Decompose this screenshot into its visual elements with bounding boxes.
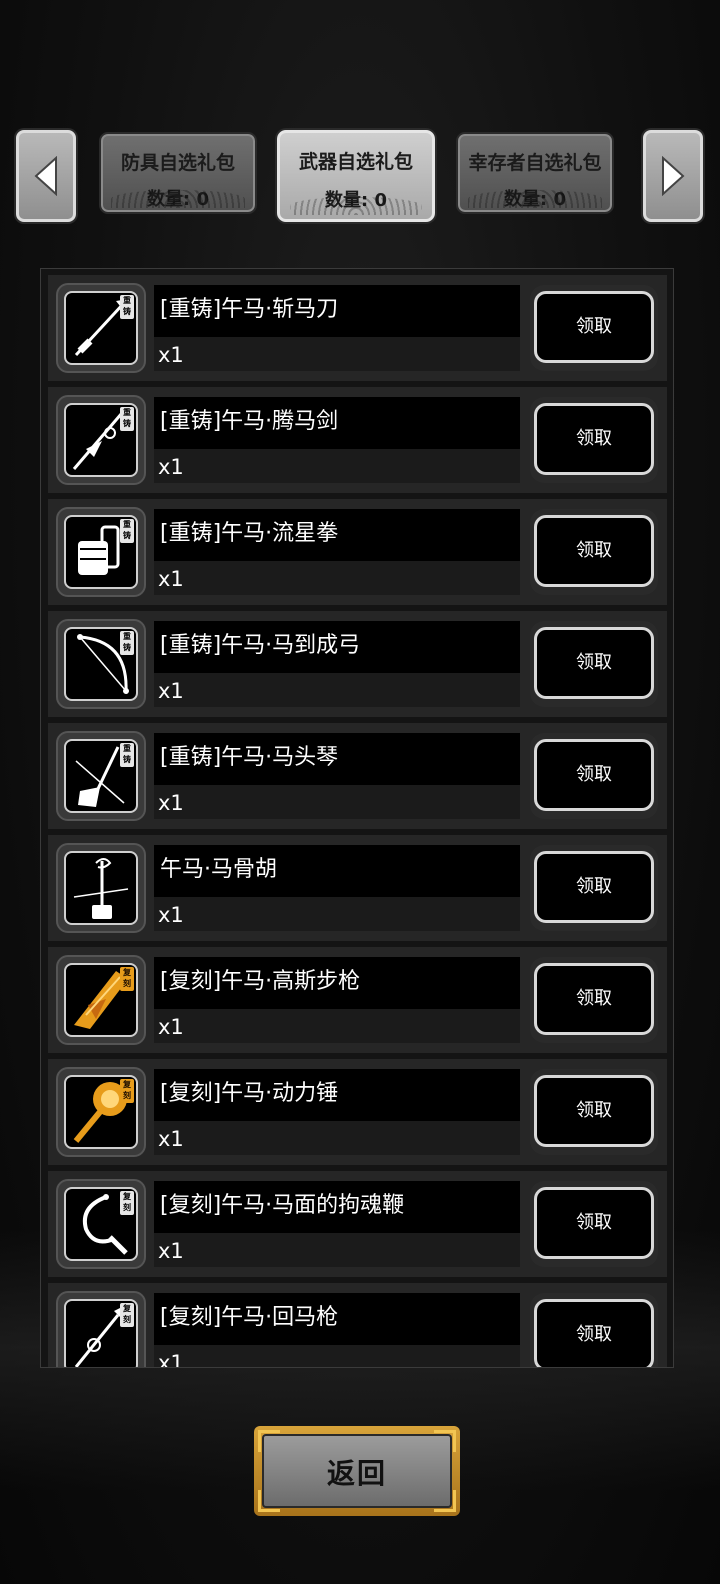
list-item: 午马·马骨胡 x1 领取 — [48, 835, 667, 941]
claim-button[interactable]: 领取 — [534, 963, 654, 1035]
list-item: 重铸 [重铸]午马·马到成弓 x1 领取 — [48, 611, 667, 717]
claim-button[interactable]: 领取 — [534, 1075, 654, 1147]
claim-button[interactable]: 领取 — [534, 739, 654, 811]
item-icon-frame: 复刻 — [56, 955, 146, 1045]
item-icon-frame: 复刻 — [56, 1179, 146, 1269]
corner-ornament — [434, 1430, 456, 1452]
list-item: 复刻 [复刻]午马·动力锤 x1 领取 — [48, 1059, 667, 1165]
list-item: 复刻 [复刻]午马·高斯步枪 x1 领取 — [48, 947, 667, 1053]
item-name: [重铸]午马·马头琴 — [154, 733, 520, 785]
wave-pattern — [111, 190, 245, 208]
list-item: 重铸 [重铸]午马·斩马刀 x1 领取 — [48, 275, 667, 381]
item-icon-frame: 复刻 — [56, 1291, 146, 1367]
claim-button[interactable]: 领取 — [534, 515, 654, 587]
tab-survivor-pack[interactable]: 幸存者自选礼包 数量: 0 — [456, 132, 614, 214]
claim-button[interactable]: 领取 — [534, 1187, 654, 1259]
item-badge: 重铸 — [120, 631, 134, 655]
item-name: [复刻]午马·马面的拘魂鞭 — [154, 1181, 520, 1233]
item-name: [重铸]午马·斩马刀 — [154, 285, 520, 337]
item-badge: 复刻 — [120, 967, 134, 991]
item-icon-frame: 重铸 — [56, 731, 146, 821]
arrow-left-icon — [34, 156, 57, 196]
item-icon-frame — [56, 843, 146, 933]
item-icon-frame: 重铸 — [56, 507, 146, 597]
item-badge: 重铸 — [120, 519, 134, 543]
tab-armor-pack[interactable]: 防具自选礼包 数量: 0 — [99, 132, 257, 214]
item-quantity: x1 — [154, 449, 520, 483]
item-badge: 复刻 — [120, 1303, 134, 1327]
item-name: [复刻]午马·高斯步枪 — [154, 957, 520, 1009]
item-quantity: x1 — [154, 673, 520, 707]
item-quantity: x1 — [154, 1009, 520, 1043]
list-item: 复刻 [复刻]午马·马面的拘魂鞭 x1 领取 — [48, 1171, 667, 1277]
wave-pattern — [468, 190, 602, 208]
tab-label: 武器自选礼包 — [298, 151, 413, 173]
item-icon-frame: 重铸 — [56, 283, 146, 373]
next-category-button[interactable] — [643, 130, 703, 222]
claim-button[interactable]: 领取 — [534, 403, 654, 475]
previous-category-button[interactable] — [16, 130, 76, 222]
item-name: [复刻]午马·动力锤 — [154, 1069, 520, 1121]
claim-button[interactable]: 领取 — [534, 627, 654, 699]
claim-button[interactable]: 领取 — [534, 1299, 654, 1367]
item-name: 午马·马骨胡 — [154, 845, 520, 897]
item-icon-frame: 重铸 — [56, 619, 146, 709]
list-item: 重铸 [重铸]午马·腾马剑 x1 领取 — [48, 387, 667, 493]
item-quantity: x1 — [154, 1121, 520, 1155]
corner-ornament — [258, 1490, 280, 1512]
item-quantity: x1 — [154, 785, 520, 819]
item-name: [复刻]午马·回马枪 — [154, 1293, 520, 1345]
item-quantity: x1 — [154, 1345, 520, 1367]
item-name: [重铸]午马·腾马剑 — [154, 397, 520, 449]
item-badge: 复刻 — [120, 1191, 134, 1215]
item-icon-frame: 复刻 — [56, 1067, 146, 1157]
list-item: 重铸 [重铸]午马·马头琴 x1 领取 — [48, 723, 667, 829]
corner-ornament — [258, 1430, 280, 1452]
item-name: [重铸]午马·流星拳 — [154, 509, 520, 561]
item-icon-frame: 重铸 — [56, 395, 146, 485]
item-badge: 复刻 — [120, 1079, 134, 1103]
category-tab-bar: 防具自选礼包 数量: 0 武器自选礼包 数量: 0 幸存者自选礼包 数量: 0 — [0, 128, 720, 228]
tab-label: 幸存者自选礼包 — [468, 152, 602, 174]
wave-pattern — [290, 197, 422, 215]
item-quantity: x1 — [154, 897, 520, 931]
back-button[interactable]: 返回 — [254, 1426, 460, 1516]
tab-weapon-pack[interactable]: 武器自选礼包 数量: 0 — [277, 130, 435, 222]
item-quantity: x1 — [154, 1233, 520, 1267]
list-item: 重铸 [重铸]午马·流星拳 x1 领取 — [48, 499, 667, 605]
corner-ornament — [434, 1490, 456, 1512]
reward-list[interactable]: 重铸 [重铸]午马·斩马刀 x1 领取 重铸 [重铸]午马·腾马剑 x1 领取 — [40, 268, 674, 1368]
claim-button[interactable]: 领取 — [534, 291, 654, 363]
item-badge: 重铸 — [120, 407, 134, 431]
claim-button[interactable]: 领取 — [534, 851, 654, 923]
erhu-icon — [73, 858, 129, 919]
item-quantity: x1 — [154, 561, 520, 595]
item-quantity: x1 — [154, 337, 520, 371]
arrow-right-icon — [662, 156, 685, 196]
item-name: [重铸]午马·马到成弓 — [154, 621, 520, 673]
list-item: 复刻 [复刻]午马·回马枪 x1 领取 — [48, 1283, 667, 1367]
back-button-label: 返回 — [326, 1457, 387, 1490]
item-badge: 重铸 — [120, 743, 134, 767]
tab-label: 防具自选礼包 — [120, 152, 235, 174]
item-badge: 重铸 — [120, 295, 134, 319]
